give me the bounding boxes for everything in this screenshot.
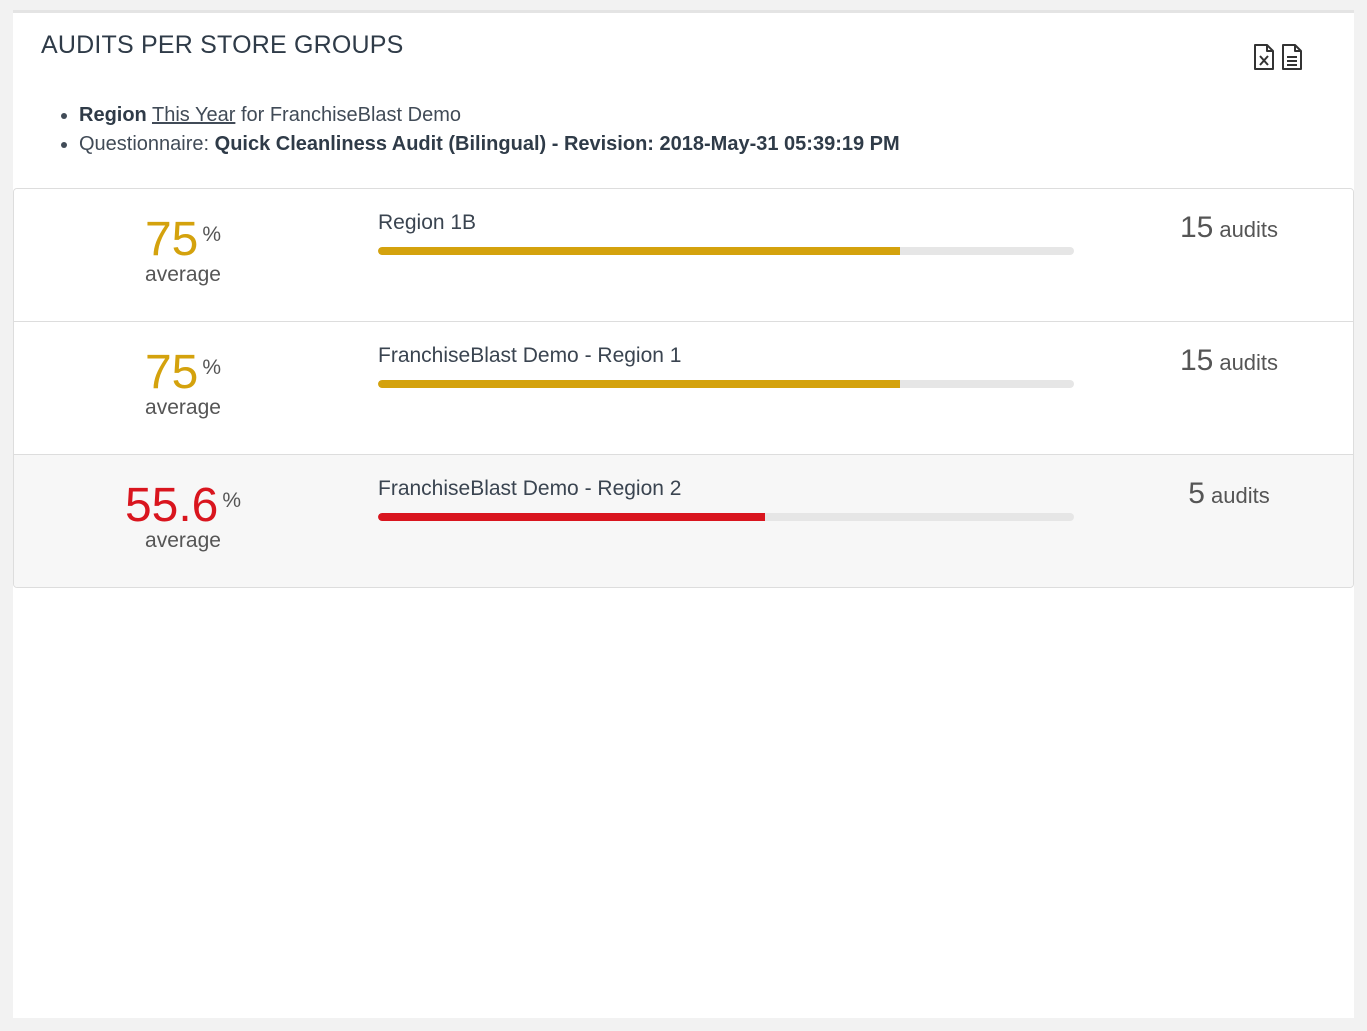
file-excel-icon (1254, 44, 1274, 70)
audit-count-number: 15 (1179, 344, 1214, 377)
criteria-questionnaire: Questionnaire: Quick Cleanliness Audit (… (79, 130, 900, 159)
group-name: Region 1B (378, 211, 477, 234)
audit-count: 5 audits (1114, 477, 1344, 511)
report-criteria-list: Region This Year for FranchiseBlast Demo… (59, 101, 900, 159)
score-unit: % (222, 489, 242, 512)
average-score: 55.6% average (14, 475, 352, 553)
questionnaire-name: Quick Cleanliness Audit (Bilingual) - Re… (214, 133, 900, 155)
group-name: FranchiseBlast Demo - Region 1 (378, 344, 682, 367)
panel-title: AUDITS PER STORE GROUPS (41, 31, 404, 59)
export-document-button[interactable] (1280, 43, 1304, 71)
group-progress: FranchiseBlast Demo - Region 2 (378, 477, 1075, 521)
progress-fill (378, 380, 900, 388)
audit-count-number: 5 (1188, 477, 1205, 510)
store-group-row: 55.6% average FranchiseBlast Demo - Regi… (14, 455, 1353, 587)
group-progress: Region 1B (378, 211, 1075, 255)
store-group-row: 75% average FranchiseBlast Demo - Region… (14, 322, 1353, 455)
store-group-row: 75% average Region 1B 15 audits (14, 189, 1353, 322)
audit-count-label: audits (1210, 483, 1270, 508)
progress-bar (378, 380, 1074, 388)
score-unit: % (202, 223, 222, 246)
export-toolbar (1252, 43, 1304, 71)
score-caption: average (145, 263, 221, 286)
progress-fill (378, 247, 900, 255)
questionnaire-label: Questionnaire: (79, 133, 210, 155)
audit-count-label: audits (1219, 217, 1279, 242)
group-progress: FranchiseBlast Demo - Region 1 (378, 344, 1075, 388)
average-score: 75% average (14, 209, 352, 287)
progress-fill (378, 513, 765, 521)
audit-count: 15 audits (1114, 344, 1344, 378)
period-link[interactable]: This Year (152, 104, 235, 126)
progress-bar (378, 513, 1074, 521)
audit-count: 15 audits (1114, 211, 1344, 245)
store-group-list: 75% average Region 1B 15 audits 75% avera… (13, 188, 1354, 588)
criteria-group-period: Region This Year for FranchiseBlast Demo (79, 101, 900, 130)
progress-bar (378, 247, 1074, 255)
score-caption: average (145, 396, 221, 419)
scope-text: for FranchiseBlast Demo (240, 104, 462, 126)
audit-count-label: audits (1219, 350, 1279, 375)
score-unit: % (202, 356, 222, 379)
audit-count-number: 15 (1179, 211, 1214, 244)
score-value: 75 (144, 213, 199, 266)
export-excel-button[interactable] (1252, 43, 1276, 71)
group-type: Region (79, 104, 147, 126)
audits-per-store-groups-panel: AUDITS PER STORE GROUPS Region This Year… (13, 10, 1354, 1018)
score-value: 75 (144, 346, 199, 399)
file-text-icon (1282, 44, 1302, 70)
group-name: FranchiseBlast Demo - Region 2 (378, 477, 682, 500)
average-score: 75% average (14, 342, 352, 420)
score-value: 55.6 (124, 479, 219, 532)
score-caption: average (145, 529, 221, 552)
